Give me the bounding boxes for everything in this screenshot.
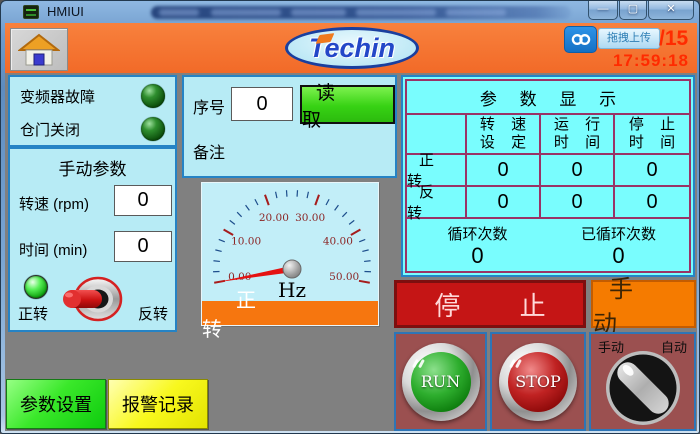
column-header-line: 时 间 — [623, 134, 681, 152]
manual-mode-button[interactable]: 手 动 — [591, 280, 696, 328]
status-row-inverter: 变频器故障 — [10, 79, 175, 113]
maximize-button[interactable]: ▢ — [619, 1, 647, 20]
stop-button-face: STOP — [508, 352, 568, 412]
share-link-icon — [571, 32, 591, 47]
read-button[interactable]: 读 取 — [300, 85, 395, 124]
column-header-line: 停 止 — [623, 116, 681, 134]
table-cell: 0 — [615, 187, 689, 219]
stop-button-panel: STOP — [490, 332, 586, 431]
index-input[interactable] — [231, 87, 293, 121]
reverse-label: 反转 — [138, 303, 168, 324]
svg-text:20.00: 20.00 — [259, 212, 289, 224]
column-header-line: 设 定 — [474, 134, 532, 152]
table-cell: 0 — [541, 187, 615, 219]
svg-text:30.00: 30.00 — [295, 212, 325, 224]
run-push-button[interactable]: RUN — [402, 343, 480, 421]
window-controls: — ▢ ✕ — [588, 1, 694, 20]
selector-auto-label: 自动 — [661, 337, 687, 356]
status-panel: 变频器故障 仓门关闭 — [8, 75, 177, 147]
selector-manual-label: 手动 — [598, 337, 624, 356]
manual-parameters-panel: 手动参数 转速 (rpm) 时间 (min) 正转 反转 — [8, 147, 177, 332]
door-closed-lamp-icon — [141, 117, 165, 141]
run-button-face: RUN — [411, 352, 471, 412]
minimize-button[interactable]: — — [588, 1, 618, 20]
column-header-line: 运 行 — [548, 116, 606, 134]
alarm-record-button[interactable]: 报警记录 — [108, 379, 208, 429]
close-button[interactable]: ✕ — [648, 1, 694, 20]
page-indicator: /15 — [659, 27, 688, 51]
forward-run-lamp-icon — [24, 275, 48, 299]
parameter-table: 参 数 显 示 转 速 设 定 运 行 时 间 停 止 时 间 正 转 0 0 … — [405, 79, 691, 273]
speed-label: 转速 (rpm) — [19, 193, 89, 214]
column-header-speed: 转 速 设 定 — [467, 115, 541, 155]
titlebar[interactable]: HMIUI — ▢ ✕ — [1, 1, 700, 23]
table-title: 参 数 显 示 — [407, 81, 689, 115]
drag-upload-button[interactable]: 拖拽上传 — [598, 28, 660, 49]
inverter-fault-lamp-icon — [141, 84, 165, 108]
table-cell: 0 — [467, 187, 541, 219]
rotation-status-bar: 正 转 — [202, 301, 378, 325]
svg-text:40.00: 40.00 — [323, 236, 353, 248]
record-panel: 序号 读 取 备注 — [182, 75, 397, 178]
table-cell: 0 — [615, 155, 689, 187]
speed-input[interactable] — [114, 185, 172, 216]
forward-label: 正转 — [18, 303, 48, 324]
cloud-share-button[interactable] — [564, 26, 597, 53]
run-button-panel: RUN — [394, 332, 487, 431]
direction-toggle-switch[interactable] — [60, 275, 126, 323]
brand-logo: Techin — [285, 27, 419, 69]
cycle-count-label: 循环次数 — [447, 223, 507, 244]
mode-selector-knob[interactable] — [604, 349, 682, 427]
cycled-count-value: 0 — [612, 244, 624, 268]
manual-panel-title: 手动参数 — [10, 155, 175, 180]
column-header-stoptime: 停 止 时 间 — [615, 115, 689, 155]
home-button[interactable] — [10, 28, 68, 71]
status-label: 变频器故障 — [20, 86, 141, 107]
stop-push-button[interactable]: STOP — [499, 343, 577, 421]
index-label: 序号 — [193, 94, 225, 118]
table-cell: 0 — [467, 155, 541, 187]
titlebar-blurred-path — [151, 6, 571, 19]
cycle-count-value: 0 — [471, 244, 483, 268]
status-row-door: 仓门关闭 — [10, 112, 175, 146]
window-title: HMIUI — [47, 4, 84, 19]
column-header-line: 转 速 — [474, 116, 532, 134]
svg-text:10.00: 10.00 — [231, 236, 261, 248]
svg-text:50.00: 50.00 — [329, 271, 359, 283]
column-header-runtime: 运 行 时 间 — [541, 115, 615, 155]
table-cell: 0 — [541, 155, 615, 187]
time-label: 时间 (min) — [19, 239, 87, 260]
stop-command-button[interactable]: 停 止 — [394, 280, 586, 328]
status-label: 仓门关闭 — [20, 119, 141, 140]
cycled-count-label: 已循环次数 — [581, 223, 656, 244]
frequency-gauge-panel: Hz 0.0010.0020.0030.0040.0050.00 正 转 — [201, 182, 379, 326]
mode-selector-panel: 手动 自动 — [589, 332, 696, 431]
clock-display: 17:59:18 — [613, 51, 689, 71]
app-window: HMIUI — ▢ ✕ Techin 拖拽上传 /15 17:59:18 — [0, 0, 700, 434]
row-header-reverse: 反 转 — [407, 187, 467, 219]
cycle-counters: 循环次数 0 已循环次数 0 — [407, 219, 689, 271]
parameter-settings-button[interactable]: 参数设置 — [6, 379, 106, 429]
time-input[interactable] — [114, 231, 172, 262]
note-label: 备注 — [193, 139, 225, 163]
app-icon — [23, 5, 39, 19]
parameter-display-panel: 参 数 显 示 转 速 设 定 运 行 时 间 停 止 时 间 正 转 0 0 … — [401, 75, 695, 277]
column-header-line: 时 间 — [548, 134, 606, 152]
home-icon — [18, 33, 60, 67]
